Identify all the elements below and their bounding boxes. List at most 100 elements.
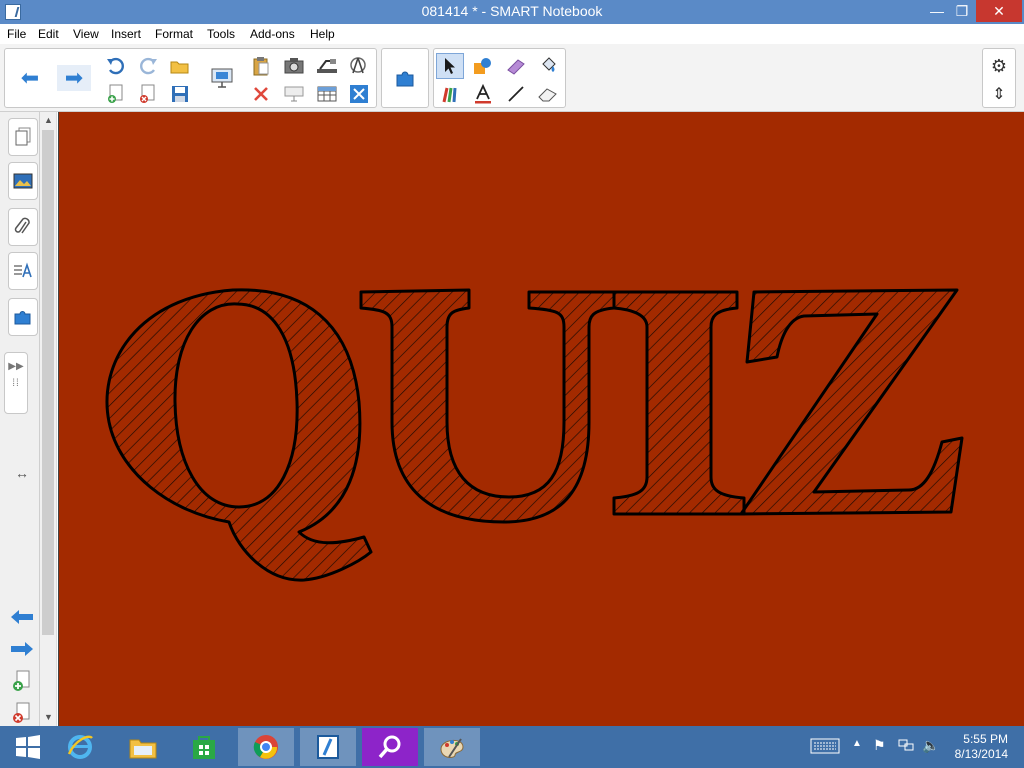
insert-table-button[interactable]: [313, 81, 341, 107]
delete-button[interactable]: [247, 81, 275, 107]
close-button[interactable]: ✕: [976, 0, 1022, 22]
properties-icon: [14, 262, 32, 278]
side-previous-page-button[interactable]: [8, 604, 36, 630]
side-delete-page-button[interactable]: [8, 700, 36, 726]
shapes-tool-button[interactable]: [469, 53, 497, 79]
paint-palette-icon: [440, 738, 464, 758]
screen-shade-icon: [284, 86, 304, 102]
screen-capture-button[interactable]: [280, 53, 308, 79]
puzzle-piece-icon: [14, 311, 31, 325]
delete-page-button[interactable]: [134, 81, 162, 107]
left-right-arrow-icon: ↔: [15, 465, 29, 481]
gallery-tab[interactable]: [8, 162, 38, 200]
taskbar-paint[interactable]: [424, 728, 480, 766]
vertical-scrollbar[interactable]: ▲ ▼: [40, 112, 57, 726]
toolbar-tools-group: [433, 48, 566, 108]
side-bar: ▶▶ ⁞⁞ ↔: [0, 112, 40, 726]
screen-shade-button[interactable]: [280, 81, 308, 107]
line-tool-button[interactable]: [502, 81, 530, 107]
scroll-thumb[interactable]: [42, 130, 54, 635]
quiz-hatched-artwork[interactable]: [59, 112, 1024, 726]
menu-insert[interactable]: Insert: [111, 27, 141, 41]
taskbar-store[interactable]: [176, 728, 232, 766]
measurement-tools-button[interactable]: [345, 53, 373, 79]
previous-page-button[interactable]: ⬅: [13, 65, 47, 91]
left-arrow-icon: [11, 610, 33, 624]
notebook-page-canvas[interactable]: [58, 112, 1024, 726]
add-ons-button[interactable]: [390, 65, 420, 91]
customize-toolbar-button[interactable]: ⚙: [985, 53, 1013, 79]
add-page-icon: [13, 670, 30, 691]
move-side-bar-button[interactable]: ↔: [8, 460, 36, 486]
puzzle-piece-icon: [396, 71, 414, 87]
add-ons-tab[interactable]: [8, 298, 38, 336]
delete-x-icon: [254, 87, 268, 101]
page-sorter-tab[interactable]: [8, 118, 38, 156]
scroll-up-arrow-icon[interactable]: ▲: [40, 112, 57, 129]
menu-format[interactable]: Format: [155, 27, 193, 41]
magic-pen-button[interactable]: [502, 53, 530, 79]
redo-button[interactable]: [134, 53, 162, 79]
start-button[interactable]: [0, 728, 56, 766]
compass-icon: [350, 57, 366, 74]
full-screen-close-button[interactable]: [345, 81, 373, 107]
menu-view[interactable]: View: [73, 27, 99, 41]
taskbar-internet-explorer[interactable]: [52, 728, 108, 766]
network-icon[interactable]: [898, 737, 914, 756]
attachments-tab[interactable]: [8, 208, 38, 246]
action-center-flag-icon[interactable]: ⚑: [873, 737, 886, 754]
menu-tools[interactable]: Tools: [207, 27, 235, 41]
side-next-page-button[interactable]: [8, 636, 36, 662]
camera-icon: [284, 58, 304, 74]
arrow-cursor-icon: [445, 58, 455, 74]
menu-add-ons[interactable]: Add-ons: [250, 27, 295, 41]
paste-button[interactable]: [247, 53, 275, 79]
chrome-icon: [253, 735, 278, 759]
side-bar-expand-handle[interactable]: ▶▶ ⁞⁞: [4, 352, 28, 414]
scroll-down-arrow-icon[interactable]: ▼: [40, 709, 57, 726]
taskbar-magnifier[interactable]: [362, 728, 418, 766]
move-toolbar-button[interactable]: ⇕: [985, 81, 1013, 107]
side-add-page-button[interactable]: [8, 668, 36, 694]
windows-logo-icon: [16, 735, 40, 759]
letter-i: [612, 290, 746, 516]
next-page-button[interactable]: ➡: [57, 65, 91, 91]
gallery-picture-icon: [13, 173, 33, 189]
menu-edit[interactable]: Edit: [38, 27, 59, 41]
document-camera-button[interactable]: [313, 53, 341, 79]
delete-page-icon: [140, 84, 155, 103]
clock-date: 8/13/2014: [954, 747, 1008, 761]
menu-help[interactable]: Help: [310, 27, 335, 41]
magnifier-icon: [378, 735, 401, 759]
text-tool-button[interactable]: [469, 81, 497, 107]
menu-file[interactable]: File: [7, 27, 26, 41]
screen-display-button[interactable]: [205, 65, 239, 91]
fill-tool-button[interactable]: [534, 53, 562, 79]
touch-keyboard-icon[interactable]: [810, 738, 840, 757]
paperclip-icon: [14, 217, 30, 234]
internet-explorer-icon: [67, 735, 93, 759]
open-file-button[interactable]: [166, 53, 194, 79]
select-tool-button[interactable]: [436, 53, 464, 79]
toolbar: ⬅ ➡ ⚙ ⇕: [0, 44, 1024, 112]
restore-button[interactable]: ❐: [951, 0, 973, 22]
undo-button[interactable]: [102, 53, 130, 79]
eraser-tool-button[interactable]: [534, 81, 562, 107]
taskbar-smart-notebook[interactable]: [300, 728, 356, 766]
clock[interactable]: 5:55 PM 8/13/2014: [955, 732, 1008, 762]
save-button[interactable]: [166, 81, 194, 107]
volume-icon[interactable]: 🔈: [922, 737, 939, 754]
menu-bar: File Edit View Insert Format Tools Add-o…: [0, 24, 1024, 44]
file-explorer-folder-icon: [129, 739, 157, 759]
properties-tab[interactable]: [8, 252, 38, 290]
document-camera-icon: [317, 59, 337, 73]
pens-tool-button[interactable]: [436, 81, 464, 107]
show-hidden-icons-icon[interactable]: ▲: [852, 738, 862, 749]
add-page-button[interactable]: [102, 81, 130, 107]
page-sorter-icon: [15, 127, 31, 146]
taskbar-chrome[interactable]: [238, 728, 294, 766]
minimize-button[interactable]: —: [926, 0, 948, 22]
up-down-arrow-icon: ⇕: [992, 86, 1006, 103]
taskbar-file-explorer[interactable]: [115, 728, 171, 766]
letter-q: [105, 288, 373, 582]
